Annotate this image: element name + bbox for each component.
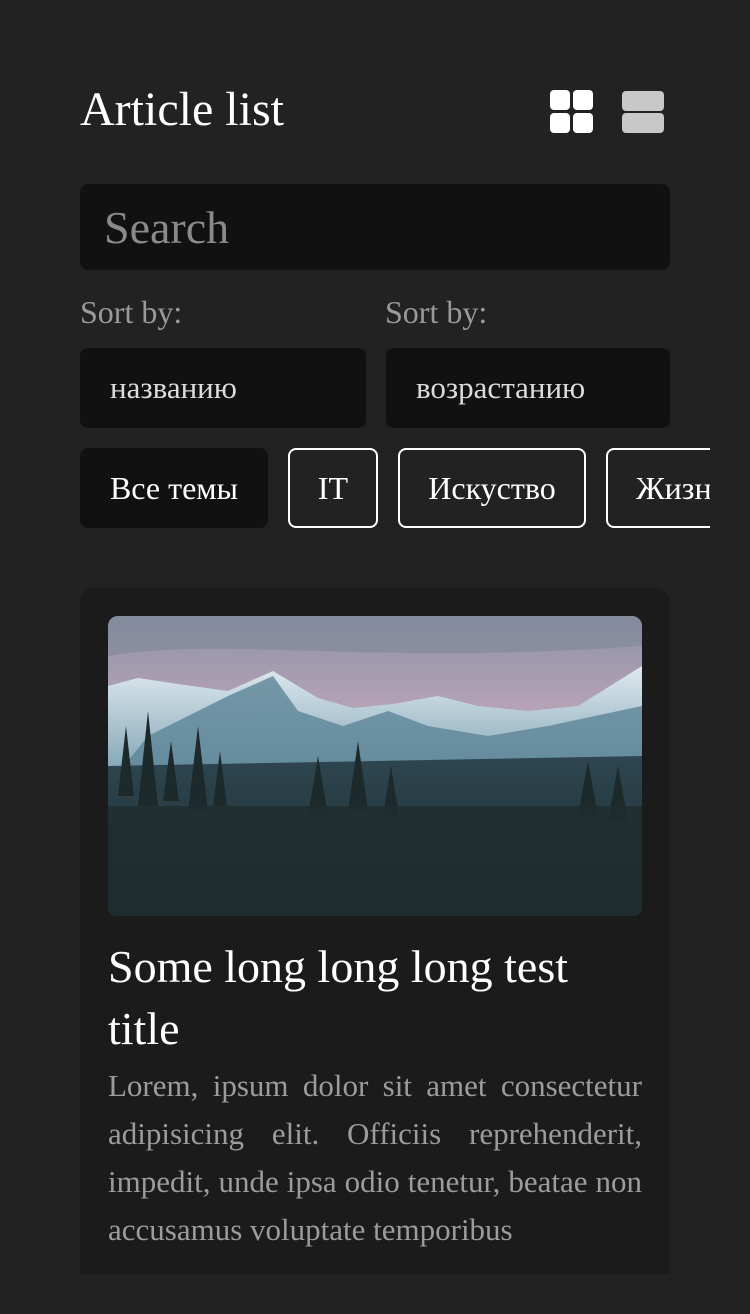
- topic-tabs: Все темы IT Искуство Жизнь: [80, 448, 710, 528]
- sort-order-select[interactable]: возрастанию: [386, 348, 670, 428]
- list-row: [622, 113, 664, 133]
- topic-tab-life[interactable]: Жизнь: [606, 448, 710, 528]
- grid-cell: [550, 90, 570, 110]
- topic-tab-all[interactable]: Все темы: [80, 448, 268, 528]
- sort-field-select[interactable]: названию: [80, 348, 366, 428]
- grid-cell: [573, 113, 593, 133]
- article-excerpt: Lorem, ipsum dolor sit amet consectetur …: [108, 1068, 642, 1247]
- article-title[interactable]: Some long long long test title: [108, 936, 642, 1060]
- topic-tab-it[interactable]: IT: [288, 448, 378, 528]
- grid-view-icon[interactable]: [550, 90, 594, 134]
- article-image: [108, 616, 642, 916]
- topic-tab-art[interactable]: Искуство: [398, 448, 586, 528]
- grid-cell: [550, 113, 570, 133]
- article-list-page: Article list Sort by: Sort by: названию …: [0, 0, 750, 1314]
- list-row: [622, 91, 664, 111]
- sort-order-label: Sort by:: [385, 294, 488, 330]
- list-view-icon[interactable]: [622, 90, 666, 134]
- sort-field-label: Sort by:: [80, 294, 183, 330]
- page-title: Article list: [80, 83, 284, 136]
- search-input[interactable]: [80, 184, 670, 270]
- grid-cell: [573, 90, 593, 110]
